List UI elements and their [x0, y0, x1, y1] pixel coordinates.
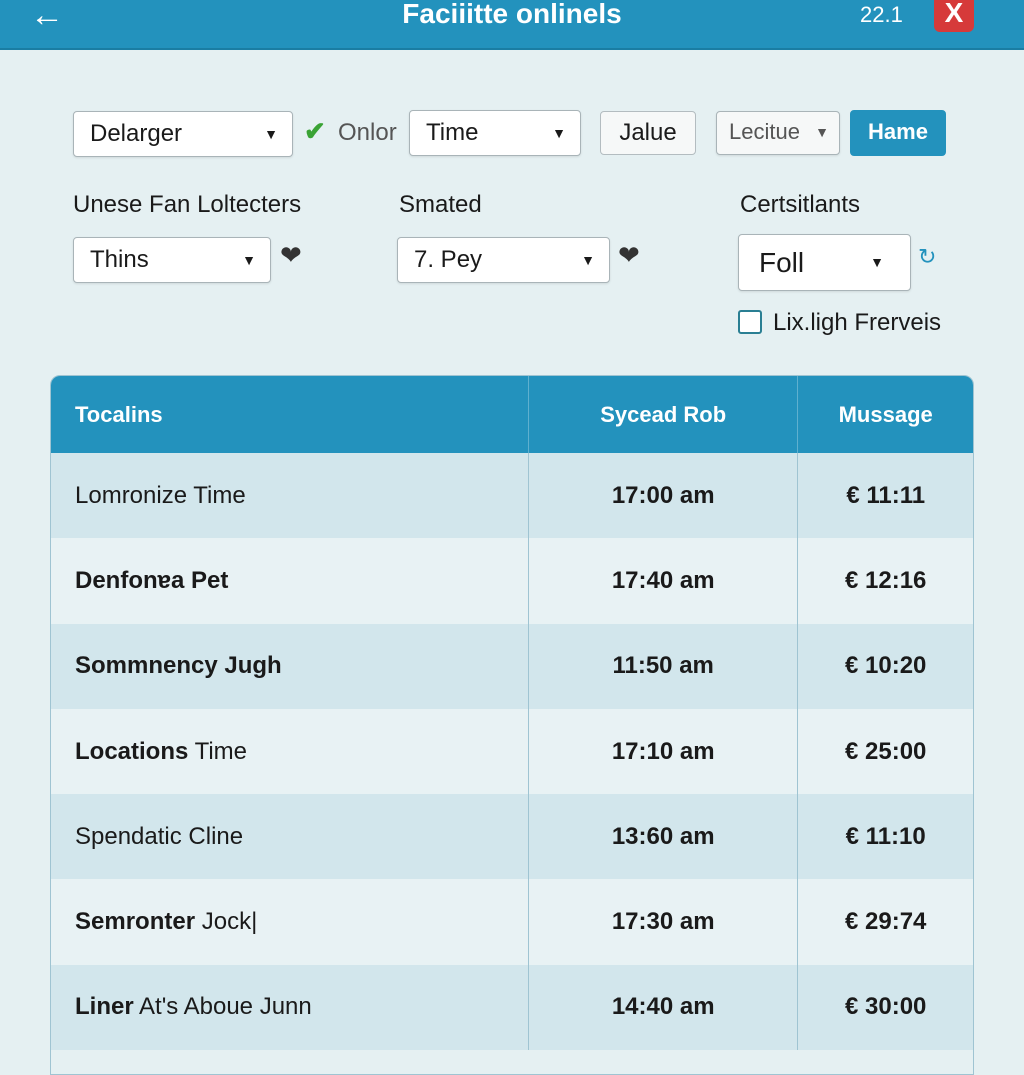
cell-name: Liner At's Aboue Junn: [51, 964, 529, 1051]
table-row[interactable]: Semronter Jock| 17:30 am € 29:74: [51, 879, 973, 965]
status-label: Onlor: [338, 119, 397, 146]
filter-select[interactable]: Foll ▼: [738, 234, 911, 291]
jalue-button[interactable]: Jalue: [600, 111, 696, 155]
cell-name: Locations Time: [51, 708, 529, 795]
cell-time: 13:60 am: [529, 794, 799, 880]
chevron-down-icon[interactable]: ❤: [618, 240, 640, 271]
select-time[interactable]: Time ▼: [409, 110, 581, 156]
data-table: Tocalins Sycead Rob Mussage Lomronize Ti…: [50, 375, 974, 1075]
filter-label: Unese Fan Loltecters: [73, 191, 302, 218]
select-value: Lecitue: [729, 119, 800, 144]
cell-name: Sommnency Jugh: [51, 623, 529, 709]
cell-value: € 12:16: [844, 566, 927, 594]
table-row[interactable]: Liner At's Aboue Junn 14:40 am € 30:00: [51, 964, 973, 1051]
cell-value: € 29:74: [844, 908, 927, 936]
cell-time: 11:50 am: [529, 623, 799, 709]
cell-name: Spendatic Cline: [51, 794, 529, 880]
cell-name: Lomronize Time: [51, 453, 529, 539]
checkbox[interactable]: [738, 310, 762, 334]
column-header[interactable]: Mussage: [798, 376, 973, 453]
cell-name-bold: Locations: [75, 737, 189, 765]
filter-label: Smated: [399, 191, 482, 218]
chevron-down-icon: ▼: [552, 125, 566, 141]
cell-value: € 11:10: [845, 822, 926, 850]
chevron-down-icon: ▼: [815, 124, 829, 140]
cell-name-text: At's Aboue Junn: [133, 993, 312, 1021]
select-value: Delarger: [90, 120, 183, 147]
select-lecitue[interactable]: Lecitue ▼: [716, 111, 840, 155]
refresh-icon[interactable]: ↻: [918, 244, 936, 270]
cell-name-bold: Sommnency Jugh: [75, 652, 282, 680]
cell-time: 17:00 am: [529, 453, 799, 539]
check-icon: ✔: [304, 116, 326, 146]
cell-time: 17:40 am: [529, 538, 799, 624]
cell-name-text: Spendatic Cline: [75, 822, 244, 850]
select-value: 7. Pey: [414, 246, 483, 273]
title-bar: ← Faciiitte onlinels 22.1 X: [0, 0, 1024, 50]
chevron-down-icon[interactable]: ❤: [280, 240, 302, 271]
select-delarger[interactable]: Delarger ▼: [73, 111, 293, 157]
cell-time: 17:30 am: [529, 879, 799, 965]
select-value: Thins: [90, 246, 149, 273]
select-value: Foll: [759, 247, 805, 278]
filter-select[interactable]: 7. Pey ▼: [397, 237, 610, 283]
version-label: 22.1: [860, 2, 903, 27]
cell-name-bold: Semronter: [75, 908, 196, 936]
chevron-down-icon: ▼: [870, 254, 884, 270]
cell-value: € 10:20: [844, 652, 927, 680]
table-row[interactable]: Denfonɐa Pet 17:40 am € 12:16: [51, 538, 973, 624]
cell-value: € 11:11: [846, 481, 926, 509]
cell-time: 14:40 am: [529, 964, 799, 1051]
cell-value: € 30:00: [844, 993, 927, 1021]
filter-select[interactable]: Thins ▼: [73, 237, 271, 283]
filter-label: Certsitlants: [740, 191, 861, 218]
table-row[interactable]: Locations Time 17:10 am € 25:00: [51, 708, 973, 795]
chevron-down-icon: ▼: [242, 252, 256, 268]
chevron-down-icon: ▼: [264, 126, 278, 142]
cell-name-text: Time: [188, 737, 248, 765]
cell-time: 17:10 am: [529, 708, 799, 795]
table-header: Tocalins Sycead Rob Mussage: [51, 376, 973, 453]
table-row[interactable]: Spendatic Cline 13:60 am € 11:10: [51, 794, 973, 880]
close-button[interactable]: X: [934, 0, 974, 32]
hame-button[interactable]: Hame: [850, 110, 946, 156]
cell-name-bold: Liner: [75, 993, 134, 1021]
select-value: Time: [426, 119, 479, 146]
chevron-down-icon: ▼: [581, 252, 595, 268]
cell-name-text: Jock|: [195, 908, 258, 936]
table-row[interactable]: Sommnency Jugh 11:50 am € 10:20: [51, 623, 973, 709]
column-header[interactable]: Tocalins: [51, 376, 529, 453]
column-header[interactable]: Sycead Rob: [529, 376, 799, 453]
cell-name-bold: Denfonɐa Pet: [75, 566, 229, 594]
table-row[interactable]: Lomronize Time 17:00 am € 11:11: [51, 453, 973, 539]
cell-name-text: Lomronize Time: [75, 481, 246, 509]
cell-name: Denfonɐa Pet: [51, 538, 529, 624]
cell-value: € 25:00: [844, 737, 927, 765]
checkbox-label: Lix.ligh Frerveis: [773, 309, 942, 336]
cell-name: Semronter Jock|: [51, 879, 529, 965]
